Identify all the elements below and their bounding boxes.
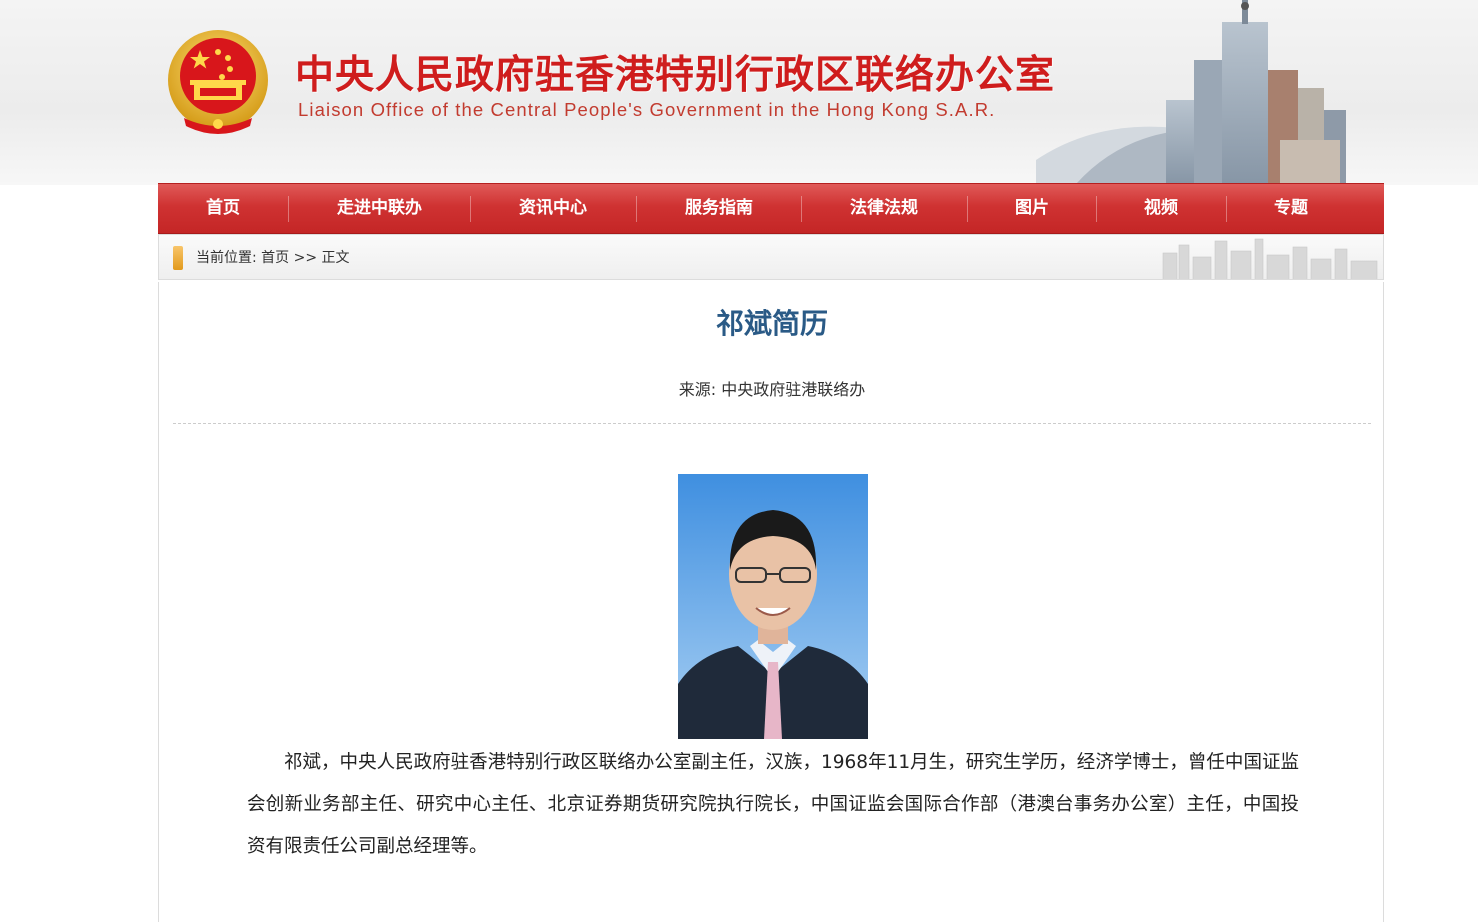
article-source: 来源: 中央政府驻港联络办	[678, 380, 866, 399]
breadcrumb-separator: >>	[293, 250, 318, 266]
breadcrumb-home-link[interactable]: 首页	[261, 250, 289, 266]
nav-item-topics[interactable]: 专题	[1226, 184, 1356, 233]
site-title-english: Liaison Office of the Central People's G…	[298, 99, 996, 120]
article-divider	[173, 423, 1371, 424]
article-container: 祁斌简历 来源: 中央政府驻港联络办 祁斌，中央人民政府驻香港特别行政区联络办公…	[158, 282, 1384, 922]
nav-item-videos[interactable]: 视频	[1096, 184, 1226, 233]
nav-item-pictures[interactable]: 图片	[967, 184, 1097, 233]
breadcrumb-marker-icon	[173, 246, 183, 270]
national-emblem-icon[interactable]	[164, 26, 272, 138]
site-title-chinese: 中央人民政府驻香港特别行政区联络办公室	[295, 53, 1056, 98]
site-header: 中央人民政府驻香港特别行政区联络办公室 Liaison Office of th…	[158, 0, 1384, 184]
nav-item-laws[interactable]: 法律法规	[801, 184, 967, 233]
city-sketch-decoration	[1162, 238, 1378, 279]
breadcrumb-prefix: 当前位置:	[196, 250, 257, 266]
portrait-photo	[678, 474, 868, 739]
article-title: 祁斌简历	[715, 307, 828, 340]
nav-item-about[interactable]: 走进中联办	[288, 184, 471, 233]
nav-item-services[interactable]: 服务指南	[636, 184, 802, 233]
breadcrumb-text: 当前位置: 首页 >> 正文	[196, 235, 350, 279]
hong-kong-skyline-illustration	[1036, 0, 1346, 184]
nav-item-home[interactable]: 首页	[158, 184, 288, 233]
breadcrumb-current: 正文	[321, 250, 350, 266]
nav-item-news[interactable]: 资讯中心	[470, 184, 636, 233]
breadcrumb: 当前位置: 首页 >> 正文	[158, 234, 1384, 280]
main-nav: 首页 走进中联办 资讯中心 服务指南 法律法规 图片 视频 专题	[158, 183, 1384, 234]
article-body: 祁斌，中央人民政府驻香港特别行政区联络办公室副主任，汉族，1968年11月生，研…	[247, 752, 1299, 857]
